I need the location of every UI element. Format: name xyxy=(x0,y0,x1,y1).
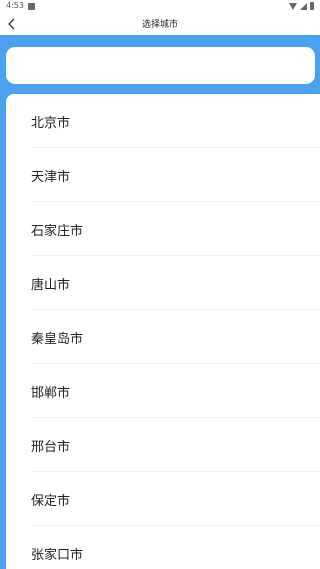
battery-icon xyxy=(310,2,314,10)
status-bar: 4:53 xyxy=(0,0,320,13)
city-label[interactable]: 秦皇岛市 xyxy=(31,328,83,347)
city-label[interactable]: 唐山市 xyxy=(31,274,70,293)
list-item[interactable]: 张家口市 xyxy=(6,526,320,569)
list-item[interactable]: 天津市 xyxy=(6,148,320,202)
city-label[interactable]: 邯郸市 xyxy=(31,382,70,401)
wifi-icon xyxy=(289,2,297,10)
search-input[interactable] xyxy=(6,47,315,84)
city-list: 北京市 天津市 石家庄市 唐山市 秦皇岛市 邯郸市 邢台市 保定市 张家口市 xyxy=(6,94,320,569)
list-item[interactable]: 邢台市 xyxy=(6,418,320,472)
city-label[interactable]: 邢台市 xyxy=(31,436,70,455)
main-area: 北京市 天津市 石家庄市 唐山市 秦皇岛市 邯郸市 邢台市 保定市 张家口市 xyxy=(0,35,320,569)
city-label[interactable]: 北京市 xyxy=(31,112,70,131)
city-label[interactable]: 天津市 xyxy=(31,166,70,185)
status-time: 4:53 xyxy=(6,1,24,10)
city-label[interactable]: 张家口市 xyxy=(31,544,83,563)
list-item[interactable]: 邯郸市 xyxy=(6,364,320,418)
notification-icon xyxy=(28,3,35,10)
status-icons xyxy=(289,2,314,10)
page-title: 选择城市 xyxy=(141,20,178,30)
list-item[interactable]: 北京市 xyxy=(6,94,320,148)
title-bar: 选择城市 xyxy=(0,13,320,35)
city-label[interactable]: 石家庄市 xyxy=(31,220,83,239)
city-label[interactable]: 保定市 xyxy=(31,490,70,509)
list-item[interactable]: 唐山市 xyxy=(6,256,320,310)
list-item[interactable]: 秦皇岛市 xyxy=(6,310,320,364)
list-item[interactable]: 保定市 xyxy=(6,472,320,526)
signal-icon xyxy=(300,2,307,10)
list-item[interactable]: 石家庄市 xyxy=(6,202,320,256)
